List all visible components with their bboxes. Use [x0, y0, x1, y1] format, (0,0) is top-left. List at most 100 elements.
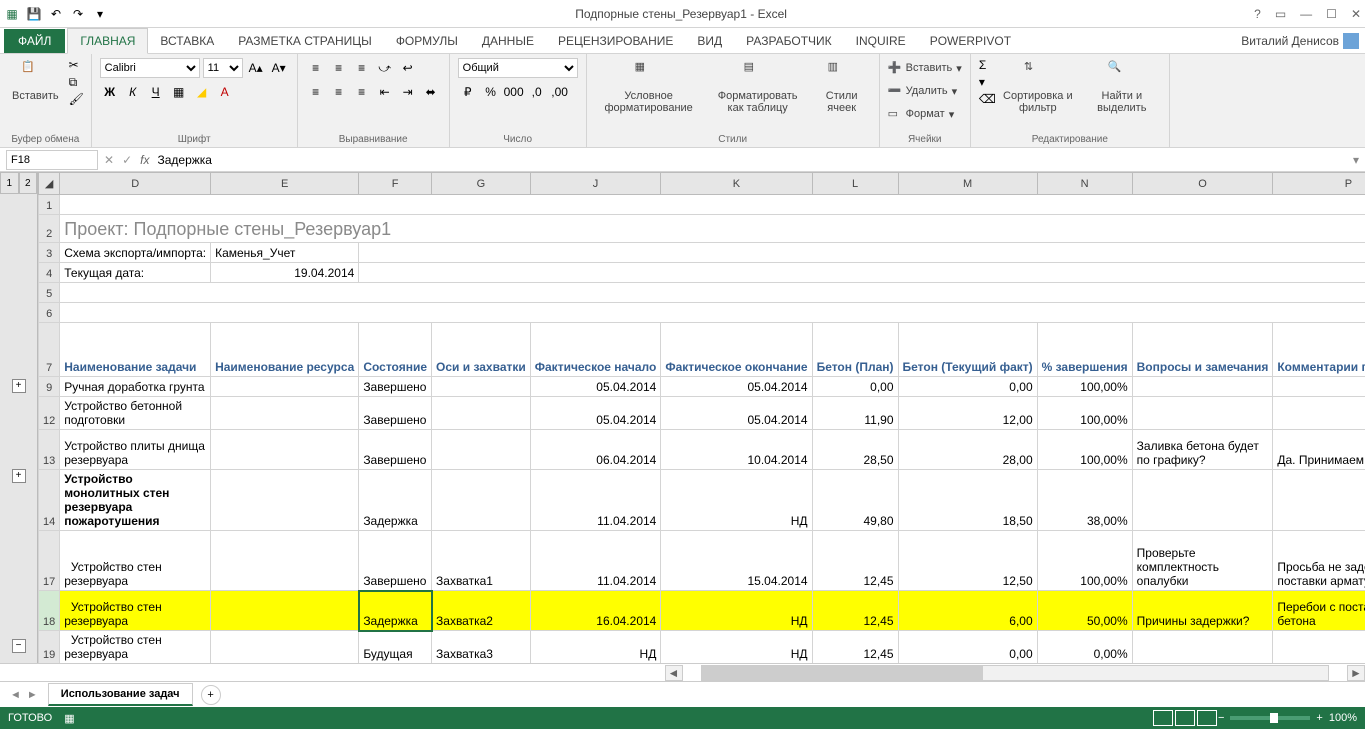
row-17[interactable]: 17: [39, 531, 60, 591]
h-scrollbar[interactable]: ◄ ►: [0, 663, 1365, 681]
row-19[interactable]: 19: [39, 631, 60, 664]
cell-E9[interactable]: [211, 377, 359, 397]
cell-J18[interactable]: 16.04.2014: [530, 591, 661, 631]
row-18[interactable]: 18: [39, 591, 60, 631]
cell-E19[interactable]: [211, 631, 359, 664]
cell-P9[interactable]: [1273, 377, 1365, 397]
tab-powerpivot[interactable]: POWERPIVOT: [918, 29, 1023, 53]
cell-O9[interactable]: [1132, 377, 1273, 397]
cell-N18[interactable]: 50,00%: [1037, 591, 1132, 631]
sort-filter-button[interactable]: ⇅Сортировка и фильтр: [999, 58, 1077, 116]
cell-E13[interactable]: [211, 430, 359, 470]
cell-F14[interactable]: Задержка: [359, 470, 432, 531]
cell-P17[interactable]: Просьба не задерживать поставки арматуры: [1273, 531, 1365, 591]
undo-icon[interactable]: ↶: [48, 6, 64, 22]
cell-L18[interactable]: 12,45: [812, 591, 898, 631]
macro-icon[interactable]: ▦: [64, 712, 74, 725]
save-icon[interactable]: 💾: [26, 6, 42, 22]
font-color-button[interactable]: A: [215, 82, 235, 102]
cell-O14[interactable]: [1132, 470, 1273, 531]
col-K[interactable]: K: [661, 173, 812, 195]
autosum-icon[interactable]: Σ: [979, 58, 993, 72]
scroll-right-icon[interactable]: ►: [1347, 665, 1365, 681]
cell-L14[interactable]: 49,80: [812, 470, 898, 531]
col-D[interactable]: D: [60, 173, 211, 195]
cell-P13[interactable]: Да. Принимаем 09.04: [1273, 430, 1365, 470]
dec-decimal-icon[interactable]: ,00: [550, 82, 570, 102]
cell-K18[interactable]: НД: [661, 591, 812, 631]
cell-E14[interactable]: [211, 470, 359, 531]
tab-layout[interactable]: РАЗМЕТКА СТРАНИЦЫ: [226, 29, 384, 53]
cell-E12[interactable]: [211, 397, 359, 430]
bold-button[interactable]: Ж: [100, 82, 120, 102]
cell-P19[interactable]: [1273, 631, 1365, 664]
col-P[interactable]: P: [1273, 173, 1365, 195]
fill-icon[interactable]: ▾: [979, 75, 993, 89]
tab-nav-first-icon[interactable]: ◄: [10, 689, 21, 701]
cell-D18[interactable]: Устройство стен резервуара: [60, 591, 211, 631]
cell-D19[interactable]: Устройство стен резервуара: [60, 631, 211, 664]
sheet-tab-1[interactable]: Использование задач: [48, 683, 193, 706]
expand-formula-icon[interactable]: ▾: [1353, 153, 1359, 167]
cell-E17[interactable]: [211, 531, 359, 591]
cell-O12[interactable]: [1132, 397, 1273, 430]
qat-more-icon[interactable]: ▾: [92, 6, 108, 22]
tab-nav-last-icon[interactable]: ►: [27, 689, 38, 701]
col-L[interactable]: L: [812, 173, 898, 195]
cell-G19[interactable]: Захватка3: [432, 631, 531, 664]
col-E[interactable]: E: [211, 173, 359, 195]
cell-E18[interactable]: [211, 591, 359, 631]
delete-button[interactable]: ➖Удалить ▾: [888, 81, 962, 101]
cell-F13[interactable]: Завершено: [359, 430, 432, 470]
format-as-table-button[interactable]: ▤Форматировать как таблицу: [709, 58, 807, 116]
row-2[interactable]: 2: [39, 215, 60, 243]
cell-D12[interactable]: Устройство бетонной подготовки: [60, 397, 211, 430]
new-sheet-button[interactable]: +: [201, 685, 221, 705]
zoom-out-icon[interactable]: −: [1218, 712, 1224, 724]
cell-L9[interactable]: 0,00: [812, 377, 898, 397]
align-bottom-icon[interactable]: ≡: [352, 58, 372, 78]
tab-review[interactable]: РЕЦЕНЗИРОВАНИЕ: [546, 29, 685, 53]
cell-K12[interactable]: 05.04.2014: [661, 397, 812, 430]
minimize-icon[interactable]: —: [1300, 7, 1312, 21]
row-6[interactable]: 6: [39, 303, 60, 323]
tab-data[interactable]: ДАННЫЕ: [470, 29, 546, 53]
cell-M17[interactable]: 12,50: [898, 531, 1037, 591]
zoom-in-icon[interactable]: +: [1316, 712, 1322, 724]
cut-icon[interactable]: ✂: [69, 58, 83, 72]
clear-icon[interactable]: ⌫: [979, 92, 993, 106]
cell-F18[interactable]: Задержка: [359, 591, 432, 631]
cell-N14[interactable]: 38,00%: [1037, 470, 1132, 531]
cell-L12[interactable]: 11,90: [812, 397, 898, 430]
cell-N17[interactable]: 100,00%: [1037, 531, 1132, 591]
cell-L13[interactable]: 28,50: [812, 430, 898, 470]
cell-J13[interactable]: 06.04.2014: [530, 430, 661, 470]
cell-J17[interactable]: 11.04.2014: [530, 531, 661, 591]
font-size-select[interactable]: 11: [203, 58, 243, 78]
percent-icon[interactable]: %: [481, 82, 501, 102]
cell-G9[interactable]: [432, 377, 531, 397]
ribbon-options-icon[interactable]: ▭: [1275, 7, 1286, 21]
zoom-control[interactable]: − + 100%: [1218, 712, 1357, 724]
row-5[interactable]: 5: [39, 283, 60, 303]
underline-button[interactable]: Ч: [146, 82, 166, 102]
row-13[interactable]: 13: [39, 430, 60, 470]
row-3[interactable]: 3: [39, 243, 60, 263]
cell-M14[interactable]: 18,50: [898, 470, 1037, 531]
cell-M19[interactable]: 0,00: [898, 631, 1037, 664]
cell-O19[interactable]: [1132, 631, 1273, 664]
cell-P12[interactable]: [1273, 397, 1365, 430]
cell-J14[interactable]: 11.04.2014: [530, 470, 661, 531]
cell-G12[interactable]: [432, 397, 531, 430]
zoom-value[interactable]: 100%: [1329, 712, 1357, 724]
cell-P14[interactable]: [1273, 470, 1365, 531]
close-icon[interactable]: ✕: [1351, 7, 1361, 21]
row-1[interactable]: 1: [39, 195, 60, 215]
col-J[interactable]: J: [530, 173, 661, 195]
row-14[interactable]: 14: [39, 470, 60, 531]
select-all-corner[interactable]: ◢: [39, 173, 60, 195]
align-top-icon[interactable]: ≡: [306, 58, 326, 78]
format-button[interactable]: ▭Формат ▾: [888, 104, 962, 124]
fill-color-button[interactable]: ◢: [192, 82, 212, 102]
align-left-icon[interactable]: ≡: [306, 82, 326, 102]
